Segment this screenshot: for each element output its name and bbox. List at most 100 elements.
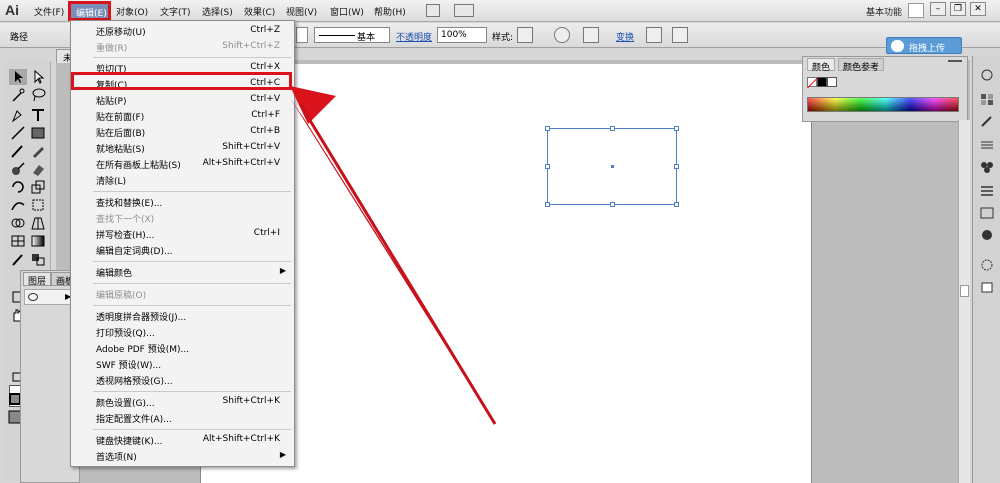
- appearance-icon[interactable]: [979, 228, 995, 242]
- direct-selection-tool-icon[interactable]: [29, 69, 47, 85]
- mesh-tool-icon[interactable]: [9, 233, 27, 249]
- eyedropper-tool-icon[interactable]: [9, 251, 27, 267]
- handle-top[interactable]: [610, 126, 615, 131]
- magic-wand-icon[interactable]: [9, 87, 27, 103]
- menu-item-flattener-presets[interactable]: 透明度拼合器预设(J)...: [71, 307, 294, 323]
- recolor-icon[interactable]: [554, 27, 570, 43]
- menu-item-print-presets[interactable]: 打印预设(Q)...: [71, 323, 294, 339]
- opacity-input[interactable]: 100%: [437, 27, 487, 43]
- swatches-icon[interactable]: [979, 92, 995, 106]
- menu-select[interactable]: 选择(S): [202, 5, 233, 18]
- tab-layers[interactable]: 图层: [23, 272, 52, 287]
- isolate-icon[interactable]: [646, 27, 662, 43]
- type-tool-icon[interactable]: [29, 107, 47, 123]
- panel-options-icon[interactable]: [672, 27, 688, 43]
- arrange-docs-icon[interactable]: [454, 4, 474, 17]
- menu-window[interactable]: 窗口(W): [330, 5, 364, 18]
- transparency-icon[interactable]: [979, 206, 995, 220]
- menu-item-paste-in-place[interactable]: 就地粘贴(S) Shift+Ctrl+V: [71, 139, 294, 155]
- menu-view[interactable]: 视图(V): [286, 5, 317, 18]
- lasso-tool-icon[interactable]: [29, 87, 47, 103]
- handle-bottom[interactable]: [610, 202, 615, 207]
- menu-item-redo[interactable]: 重做(R) Shift+Ctrl+Z: [71, 38, 294, 54]
- menu-item-undo[interactable]: 还原移动(U) Ctrl+Z: [71, 22, 294, 38]
- tab-color[interactable]: 颜色: [807, 58, 836, 73]
- stroke-icon[interactable]: [979, 138, 995, 152]
- stroke-style-dropdown[interactable]: 基本: [314, 27, 390, 43]
- minimize-button[interactable]: –: [930, 2, 946, 16]
- menu-edit[interactable]: 编辑(E): [68, 1, 111, 21]
- pencil-tool-icon[interactable]: [29, 143, 47, 159]
- stroke-weight-dropdown[interactable]: [296, 27, 308, 43]
- menu-file[interactable]: 文件(F): [34, 5, 64, 18]
- handle-bottom-right[interactable]: [674, 202, 679, 207]
- handle-right[interactable]: [674, 164, 679, 169]
- search-icon[interactable]: [908, 3, 924, 18]
- menu-item-edit-original[interactable]: 编辑原稿(O): [71, 285, 294, 301]
- free-transform-icon[interactable]: [29, 197, 47, 213]
- black-swatch[interactable]: [817, 77, 827, 87]
- scale-tool-icon[interactable]: [29, 179, 47, 195]
- menu-item-find-next[interactable]: 查找下一个(X): [71, 209, 294, 225]
- menu-item-swf-presets[interactable]: SWF 预设(W)...: [71, 355, 294, 371]
- tab-color-guide[interactable]: 颜色参考: [838, 58, 885, 73]
- menu-item-color-settings[interactable]: 颜色设置(G)... Shift+Ctrl+K: [71, 393, 294, 409]
- blob-brush-icon[interactable]: [9, 161, 27, 177]
- menu-item-clear[interactable]: 清除(L): [71, 171, 294, 187]
- graphic-style-swatch[interactable]: [517, 27, 533, 43]
- transform-link[interactable]: 变换: [616, 30, 634, 43]
- vertical-scrollbar[interactable]: [958, 120, 970, 483]
- panel-menu-icon[interactable]: [948, 60, 962, 69]
- menu-item-paste-in-front[interactable]: 贴在前面(F) Ctrl+F: [71, 107, 294, 123]
- handle-bottom-left[interactable]: [545, 202, 550, 207]
- menu-item-paste-all-artboards[interactable]: 在所有画板上粘贴(S) Alt+Shift+Ctrl+V: [71, 155, 294, 171]
- menu-help[interactable]: 帮助(H): [374, 5, 406, 18]
- symbols-icon[interactable]: [979, 160, 995, 174]
- menu-item-preferences[interactable]: 首选项(N) ▶: [71, 447, 294, 463]
- line-tool-icon[interactable]: [9, 125, 27, 141]
- scroll-thumb[interactable]: [960, 285, 969, 297]
- workspace-switcher[interactable]: 基本功能: [866, 5, 902, 18]
- selection-tool-icon[interactable]: [9, 69, 27, 85]
- menu-type[interactable]: 文字(T): [160, 5, 191, 18]
- menu-item-keyboard-shortcuts[interactable]: 键盘快捷键(K)... Alt+Shift+Ctrl+K: [71, 431, 294, 447]
- menu-item-paste[interactable]: 粘贴(P) Ctrl+V: [71, 91, 294, 107]
- eraser-tool-icon[interactable]: [29, 161, 47, 177]
- menu-item-edit-colors[interactable]: 编辑颜色 ▶: [71, 263, 294, 279]
- menu-item-pdf-presets[interactable]: Adobe PDF 预设(M)...: [71, 339, 294, 355]
- upload-button[interactable]: 拖拽上传: [886, 37, 962, 54]
- color-spectrum[interactable]: [807, 97, 959, 112]
- gradient-tool-icon[interactable]: [29, 233, 47, 249]
- handle-top-right[interactable]: [674, 126, 679, 131]
- selected-rectangle[interactable]: [545, 126, 679, 207]
- gradient-panel-icon[interactable]: [979, 184, 995, 198]
- bridge-icon[interactable]: [426, 4, 440, 17]
- blend-tool-icon[interactable]: [29, 251, 47, 267]
- layers-panel-icon[interactable]: [979, 280, 995, 294]
- shape-builder-icon[interactable]: [9, 215, 27, 231]
- menu-object[interactable]: 对象(O): [116, 5, 148, 18]
- rotate-tool-icon[interactable]: [9, 179, 27, 195]
- graphic-styles-icon[interactable]: [979, 258, 995, 272]
- warp-tool-icon[interactable]: [9, 197, 27, 213]
- pen-tool-icon[interactable]: [9, 107, 27, 123]
- color-panel-icon[interactable]: [979, 68, 995, 82]
- eye-icon[interactable]: [28, 293, 38, 301]
- opacity-link[interactable]: 不透明度: [396, 30, 432, 43]
- white-swatch[interactable]: [827, 77, 837, 87]
- menu-item-custom-dictionary[interactable]: 编辑自定词典(D)...: [71, 241, 294, 257]
- menu-item-perspective-presets[interactable]: 透视网格预设(G)...: [71, 371, 294, 387]
- handle-left[interactable]: [545, 164, 550, 169]
- rectangle-tool-icon[interactable]: [29, 125, 47, 141]
- menu-item-paste-in-back[interactable]: 贴在后面(B) Ctrl+B: [71, 123, 294, 139]
- menu-item-assign-profile[interactable]: 指定配置文件(A)...: [71, 409, 294, 425]
- perspective-grid-icon[interactable]: [29, 215, 47, 231]
- handle-top-left[interactable]: [545, 126, 550, 131]
- none-swatch[interactable]: [807, 77, 817, 87]
- menu-item-find-replace[interactable]: 查找和替换(E)...: [71, 193, 294, 209]
- menu-item-spell-check[interactable]: 拼写检查(H)... Ctrl+I: [71, 225, 294, 241]
- restore-button[interactable]: ❐: [950, 2, 966, 16]
- close-button[interactable]: ✕: [970, 2, 986, 16]
- paintbrush-tool-icon[interactable]: [9, 143, 27, 159]
- brushes-icon[interactable]: [979, 114, 995, 128]
